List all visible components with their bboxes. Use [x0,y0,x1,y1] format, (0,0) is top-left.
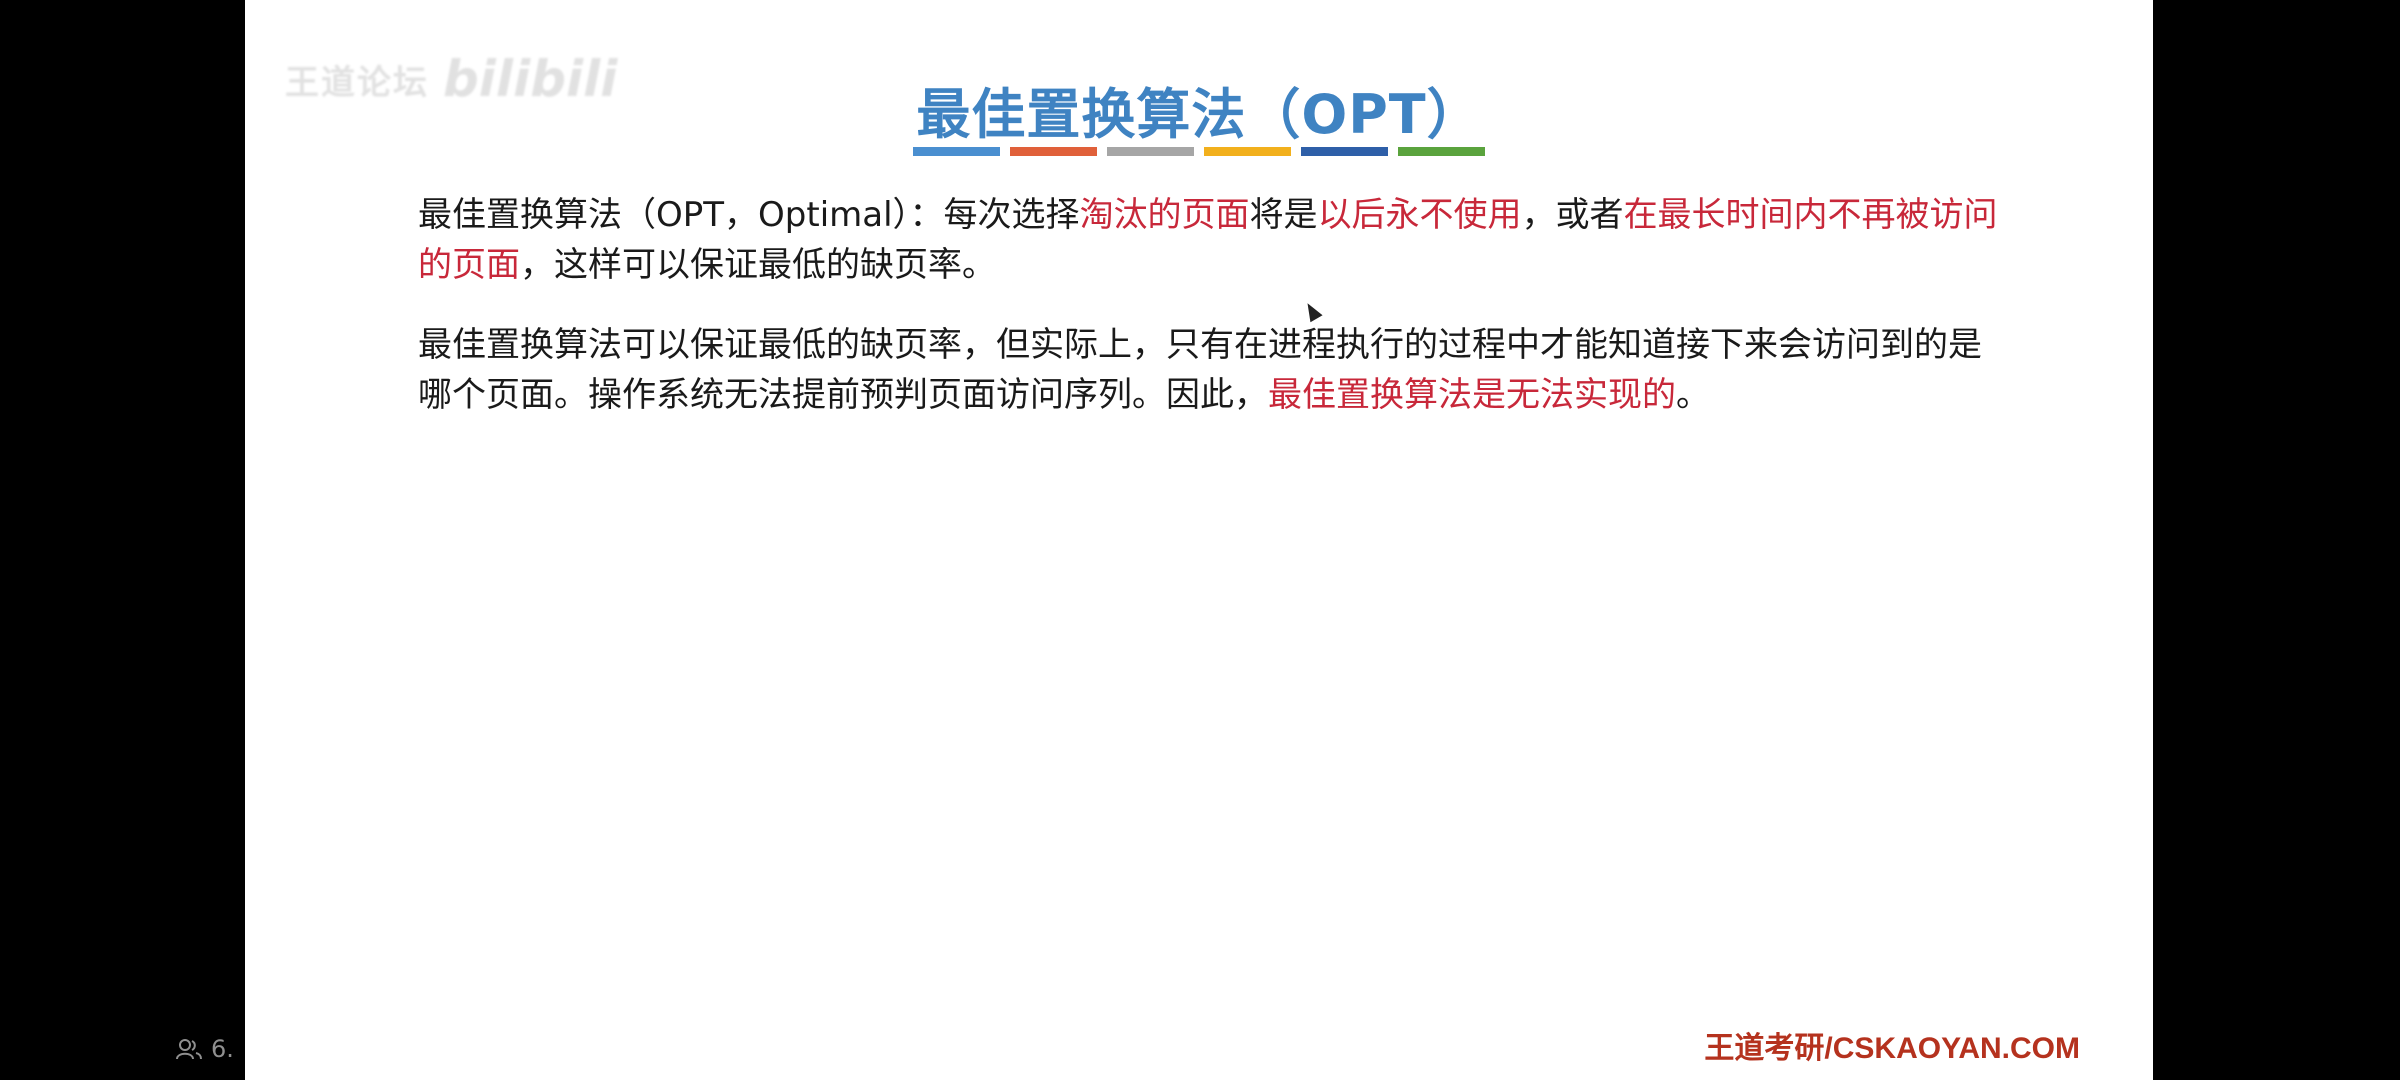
definition-paragraph: 最佳置换算法（OPT，Optimal）：每次选择淘汰的页面将是以后永不使用，或者… [418,190,1998,290]
p1-text: ，或者 [1521,195,1624,235]
p1-highlight: 淘汰的页面 [1079,195,1250,235]
people-icon [176,1039,202,1060]
p1-text: ，这样可以保证最低的缺页率。 [520,245,996,285]
slide: 王道论坛 bilibili 最佳置换算法（OPT） 最佳置换算法（OPT，Opt… [245,0,2153,1080]
mouse-cursor-icon [1301,299,1323,323]
slide-title: 最佳置换算法（OPT） [916,83,1482,146]
viewer-count: 6. [175,1035,234,1063]
p2-text: 最佳置换算法可以保证最低的缺页率，但实际上，只有在进程执行的过程中才能知道接下来… [418,325,1982,415]
p2-highlight: 最佳置换算法是无法实现的 [1268,375,1676,415]
viewer-count-text: 6. [211,1035,234,1063]
title-bar-segment [1107,147,1194,156]
title-bar-segment [913,147,1000,156]
p2-text: 。 [1676,375,1710,415]
slide-footer: 王道考研/CSKAOYAN.COM [1704,1032,2080,1065]
title-bar-segment [1301,147,1388,156]
explanation-paragraph: 最佳置换算法可以保证最低的缺页率，但实际上，只有在进程执行的过程中才能知道接下来… [418,320,1998,420]
video-frame: 王道论坛 bilibili 最佳置换算法（OPT） 最佳置换算法（OPT，Opt… [0,0,2400,1080]
p1-text: 最佳置换算法（OPT，Optimal）：每次选择 [418,195,1080,235]
title-bar-segment [1204,147,1291,156]
title-bar-segment [1398,147,1485,156]
p1-text: 将是 [1249,195,1318,235]
title-color-bar [245,147,2153,156]
title-bar-segment [1010,147,1097,156]
p1-highlight: 以后永不使用 [1317,195,1522,235]
